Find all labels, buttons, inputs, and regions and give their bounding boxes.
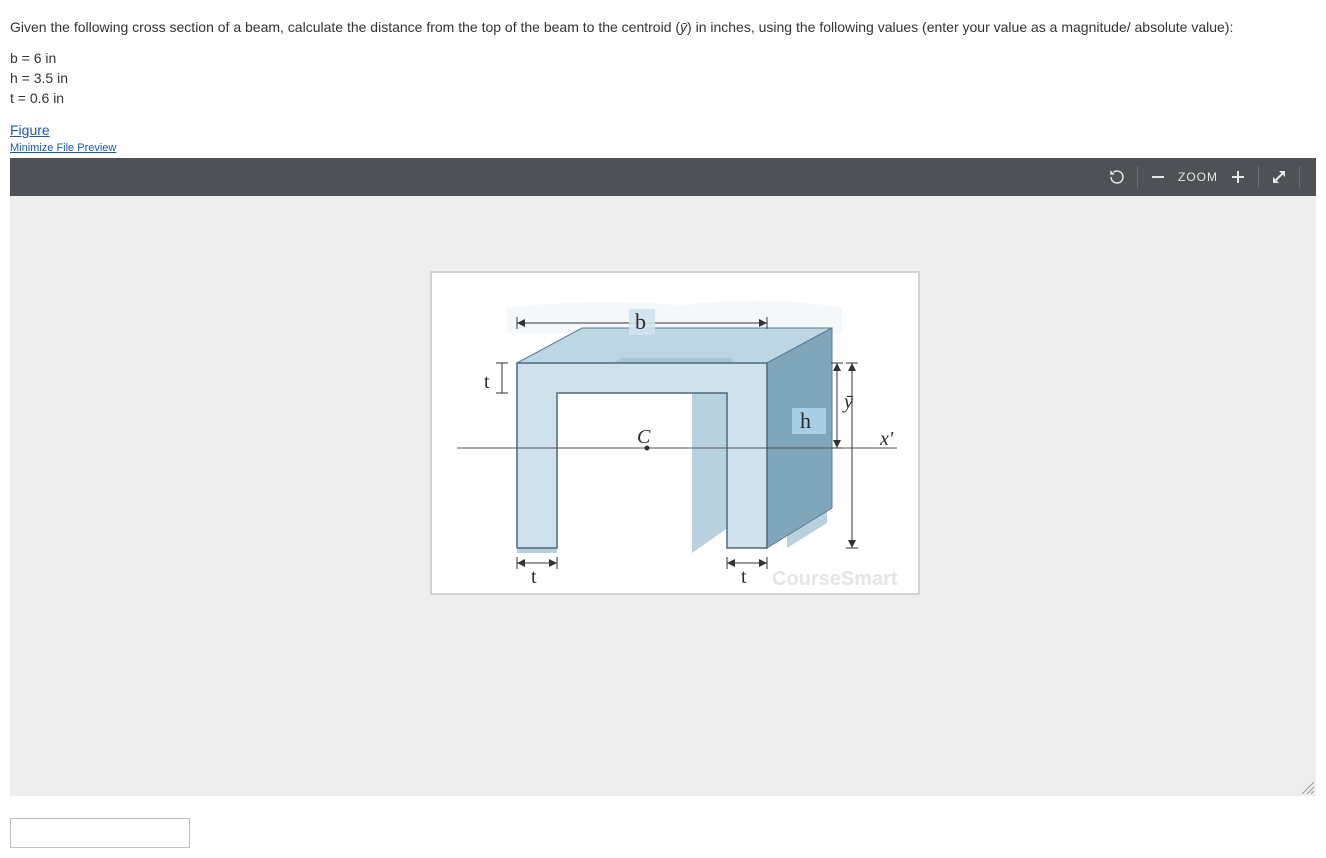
- minus-icon: [1151, 170, 1165, 184]
- zoom-label: ZOOM: [1178, 170, 1218, 184]
- resize-handle-icon[interactable]: [1300, 780, 1314, 794]
- question-ybar: ȳ: [680, 19, 687, 35]
- rotate-button[interactable]: [1103, 163, 1131, 191]
- question-prompt-suffix: ) in inches, using the following values …: [687, 19, 1233, 35]
- figure-dim-h: h: [800, 408, 811, 433]
- zoom-in-button[interactable]: [1224, 163, 1252, 191]
- fullscreen-button[interactable]: [1265, 163, 1293, 191]
- figure-centroid-label: C: [637, 426, 651, 448]
- question-prompt: Given the following cross section of a b…: [10, 18, 1316, 38]
- figure-axis-x-label: x': [879, 428, 894, 450]
- question-prompt-prefix: Given the following cross section of a b…: [10, 19, 680, 35]
- figure-watermark: CourseSmart: [772, 568, 898, 590]
- rotate-icon: [1108, 168, 1126, 186]
- figure-dim-t-bottom-right: t: [741, 566, 747, 588]
- figure-dim-t-top: t: [484, 371, 490, 393]
- figure-image: x' C b t: [430, 271, 920, 595]
- preview-canvas: x' C b t: [10, 196, 1316, 796]
- toolbar-separator: [1258, 166, 1259, 188]
- toolbar-separator: [1299, 166, 1300, 188]
- zoom-out-button[interactable]: [1144, 163, 1172, 191]
- minimize-file-preview-link[interactable]: Minimize File Preview: [10, 142, 116, 154]
- answer-input[interactable]: [10, 818, 190, 848]
- given-values: b = 6 in h = 3.5 in t = 0.6 in: [10, 48, 1316, 109]
- given-b: b = 6 in: [10, 48, 1316, 68]
- expand-icon: [1271, 169, 1287, 185]
- given-h: h = 3.5 in: [10, 68, 1316, 88]
- figure-dim-ybar: ȳ: [842, 391, 854, 413]
- toolbar-separator: [1137, 166, 1138, 188]
- figure-dim-t-bottom-left: t: [531, 566, 537, 588]
- plus-icon: [1231, 170, 1245, 184]
- file-preview-panel: ZOOM: [10, 158, 1316, 796]
- given-t: t = 0.6 in: [10, 88, 1316, 108]
- figure-dim-b: b: [635, 309, 646, 334]
- figure-link[interactable]: Figure: [10, 122, 50, 138]
- preview-toolbar: ZOOM: [10, 158, 1316, 196]
